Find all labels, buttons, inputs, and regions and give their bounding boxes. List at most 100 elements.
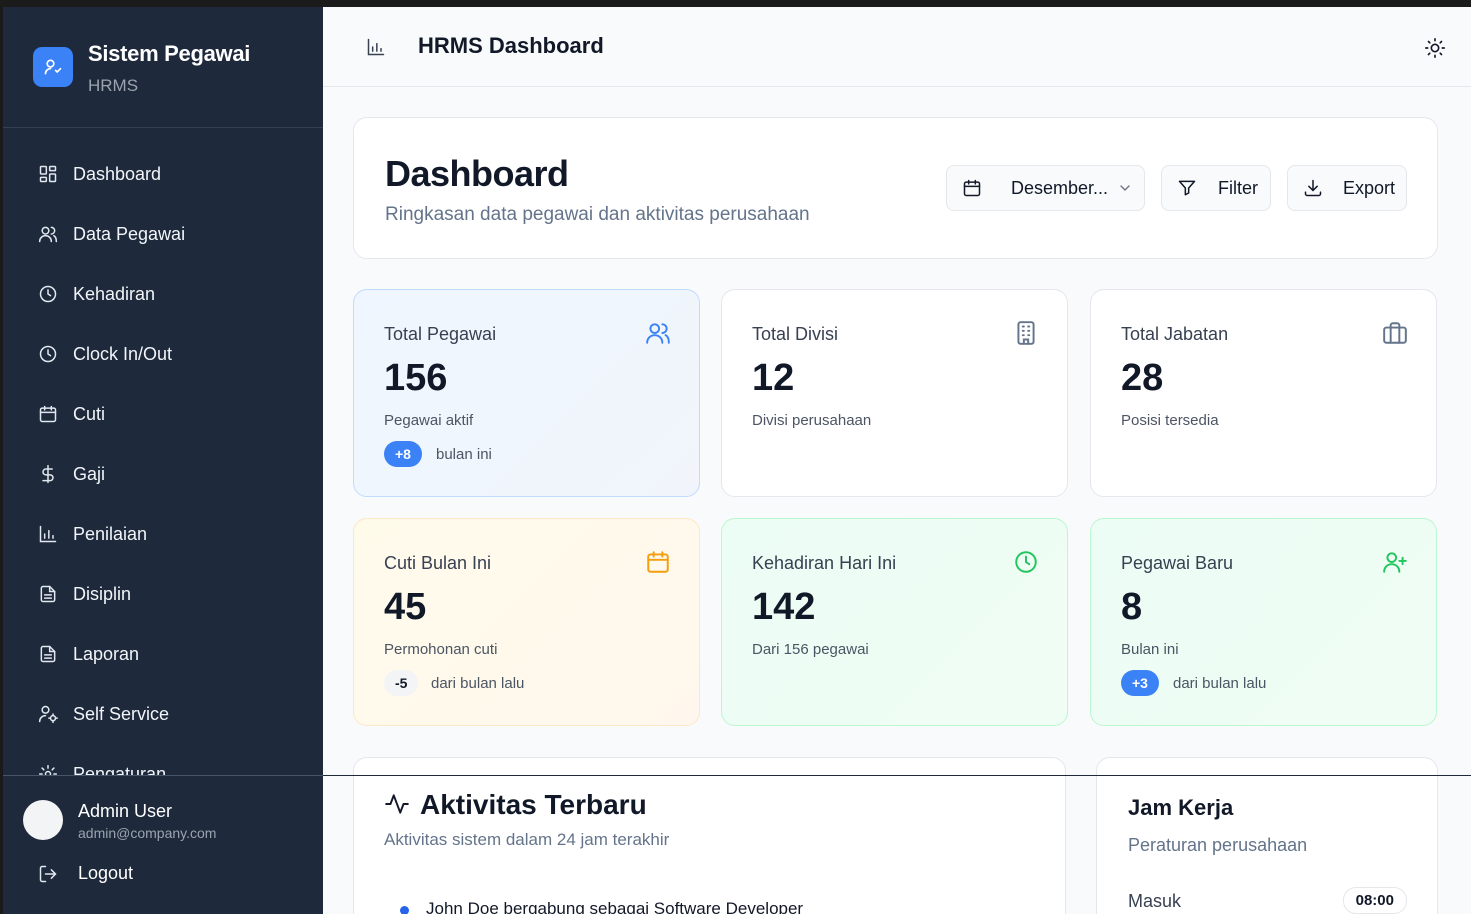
sidebar-item-label: Cuti: [73, 403, 106, 424]
header-title: HRMS Dashboard: [418, 33, 604, 58]
stat-title: Kehadiran Hari Ini: [752, 553, 897, 573]
logout-button[interactable]: Logout: [38, 863, 133, 884]
sidebar-item-cuti[interactable]: Cuti: [3, 384, 323, 444]
clock-icon: [38, 344, 58, 364]
month-select[interactable]: Desember...: [946, 165, 1145, 211]
stat-description: Permohonan cuti: [384, 641, 498, 658]
filter-label: Filter: [1218, 177, 1258, 198]
sidebar-nav: Dashboard Data Pegawai Kehadiran Clock I…: [3, 144, 323, 804]
stat-value: 142: [752, 586, 816, 628]
user-email: admin@company.com: [78, 825, 217, 841]
calendar-icon: [963, 179, 981, 197]
sidebar-item-penilaian[interactable]: Penilaian: [3, 504, 323, 564]
calendar-icon: [38, 404, 58, 424]
divider-line: [323, 775, 1471, 776]
stat-note: dari bulan lalu: [1173, 675, 1267, 692]
file-text-icon: [38, 584, 58, 604]
work-hours-title: Jam Kerja: [1128, 795, 1234, 820]
sidebar-item-disiplin[interactable]: Disiplin: [3, 564, 323, 624]
stat-title: Total Pegawai: [384, 324, 497, 344]
stat-change-badge: -5: [384, 670, 419, 696]
activity-bullet: [400, 906, 409, 914]
layout-grid-icon: [38, 164, 58, 184]
stat-description: Posisi tersedia: [1121, 412, 1219, 429]
dollar-icon: [38, 464, 58, 484]
filter-button[interactable]: Filter: [1161, 165, 1271, 211]
export-label: Export: [1343, 177, 1396, 198]
stat-title: Cuti Bulan Ini: [384, 553, 492, 573]
window-top-strip: [0, 0, 1471, 7]
user-plus-icon: [1383, 552, 1407, 573]
month-select-value: Desember...: [1011, 177, 1109, 198]
brand-logo-icon: [33, 47, 73, 87]
stat-change-badge: +3: [1121, 670, 1159, 696]
stat-description: Pegawai aktif: [384, 412, 474, 429]
stat-value: 12: [752, 357, 795, 399]
sidebar-item-self-service[interactable]: Self Service: [3, 684, 323, 744]
user-cog-icon: [38, 704, 58, 724]
stat-card-total-pegawai[interactable]: Total Pegawai 156 Pegawai aktif +8 bulan…: [353, 289, 700, 497]
stat-card-pegawai-baru[interactable]: Pegawai Baru 8 Bulan ini +3 dari bulan l…: [1090, 518, 1437, 726]
stat-card-total-jabatan[interactable]: Total Jabatan 28 Posisi tersedia: [1090, 289, 1437, 497]
work-hours-row-label: Masuk: [1128, 891, 1182, 911]
stat-change-badge: +8: [384, 441, 422, 467]
sidebar-item-label: Laporan: [73, 643, 140, 664]
logout-icon: [39, 865, 57, 882]
stat-title: Total Jabatan: [1121, 324, 1229, 344]
sidebar: Sistem Pegawai HRMS Dashboard Data Pegaw…: [3, 7, 323, 914]
stat-note: bulan ini: [436, 446, 492, 463]
building-icon: [1017, 321, 1035, 345]
page-subtitle: Ringkasan data pegawai dan aktivitas per…: [385, 204, 810, 225]
stat-title: Total Divisi: [752, 324, 839, 344]
sidebar-item-label: Penilaian: [73, 523, 148, 544]
activity-icon: [385, 794, 409, 814]
stat-value: 156: [384, 357, 448, 399]
page-title: Dashboard: [385, 153, 569, 194]
top-header: HRMS Dashboard: [323, 7, 1471, 87]
brand-subtitle: HRMS: [88, 76, 139, 95]
sidebar-item-clock-in-out[interactable]: Clock In/Out: [3, 324, 323, 384]
sidebar-item-label: Dashboard: [73, 163, 162, 184]
users-icon: [646, 323, 670, 344]
work-hours-card: Jam Kerja Peraturan perusahaan Masuk 08:…: [1096, 757, 1438, 914]
users-icon: [38, 224, 58, 244]
brand-title: Sistem Pegawai: [88, 41, 251, 66]
clock-icon: [1015, 551, 1037, 573]
stat-card-kehadiran-hari-ini[interactable]: Kehadiran Hari Ini 142 Dari 156 pegawai: [721, 518, 1068, 726]
clock-icon: [38, 284, 58, 304]
main-content: HRMS Dashboard Dashboard Ringkasan data …: [323, 7, 1471, 914]
sidebar-item-kehadiran[interactable]: Kehadiran: [3, 264, 323, 324]
stat-card-total-divisi[interactable]: Total Divisi 12 Divisi perusahaan: [721, 289, 1068, 497]
stat-value: 8: [1121, 586, 1143, 628]
sun-icon[interactable]: [1424, 37, 1446, 59]
sidebar-item-label: Self Service: [73, 703, 170, 724]
chevron-down-icon: [1120, 185, 1130, 191]
user-profile: Admin User admin@company.com Logout: [3, 775, 323, 914]
avatar[interactable]: [23, 800, 63, 840]
sidebar-item-label: Gaji: [73, 463, 106, 484]
file-text-icon: [38, 644, 58, 664]
briefcase-icon: [1383, 322, 1407, 344]
bar-chart-icon: [38, 524, 58, 544]
stat-card-cuti-bulan-ini[interactable]: Cuti Bulan Ini 45 Permohonan cuti -5 dar…: [353, 518, 700, 726]
sidebar-item-data-pegawai[interactable]: Data Pegawai: [3, 204, 323, 264]
stat-title: Pegawai Baru: [1121, 553, 1234, 573]
work-hours-row-value: 08:00: [1342, 887, 1407, 914]
stat-description: Dari 156 pegawai: [752, 641, 869, 658]
activity-item: John Doe bergabung sebagai Software Deve…: [426, 899, 804, 914]
stat-value: 45: [384, 586, 427, 628]
sidebar-brand: Sistem Pegawai HRMS: [3, 7, 323, 128]
recent-activity-card: Aktivitas Terbaru Aktivitas sistem dalam…: [353, 757, 1066, 914]
sidebar-item-label: Kehadiran: [73, 283, 156, 304]
sidebar-item-gaji[interactable]: Gaji: [3, 444, 323, 504]
sidebar-item-dashboard[interactable]: Dashboard: [3, 144, 323, 204]
bar-chart-icon: [367, 38, 385, 56]
sidebar-item-label: Clock In/Out: [73, 343, 173, 364]
stat-value: 28: [1121, 357, 1164, 399]
filter-icon: [1178, 180, 1196, 196]
stat-note: dari bulan lalu: [431, 675, 525, 692]
export-button[interactable]: Export: [1287, 165, 1407, 211]
sidebar-item-laporan[interactable]: Laporan: [3, 624, 323, 684]
stat-description: Divisi perusahaan: [752, 412, 872, 429]
logout-label: Logout: [78, 863, 134, 883]
